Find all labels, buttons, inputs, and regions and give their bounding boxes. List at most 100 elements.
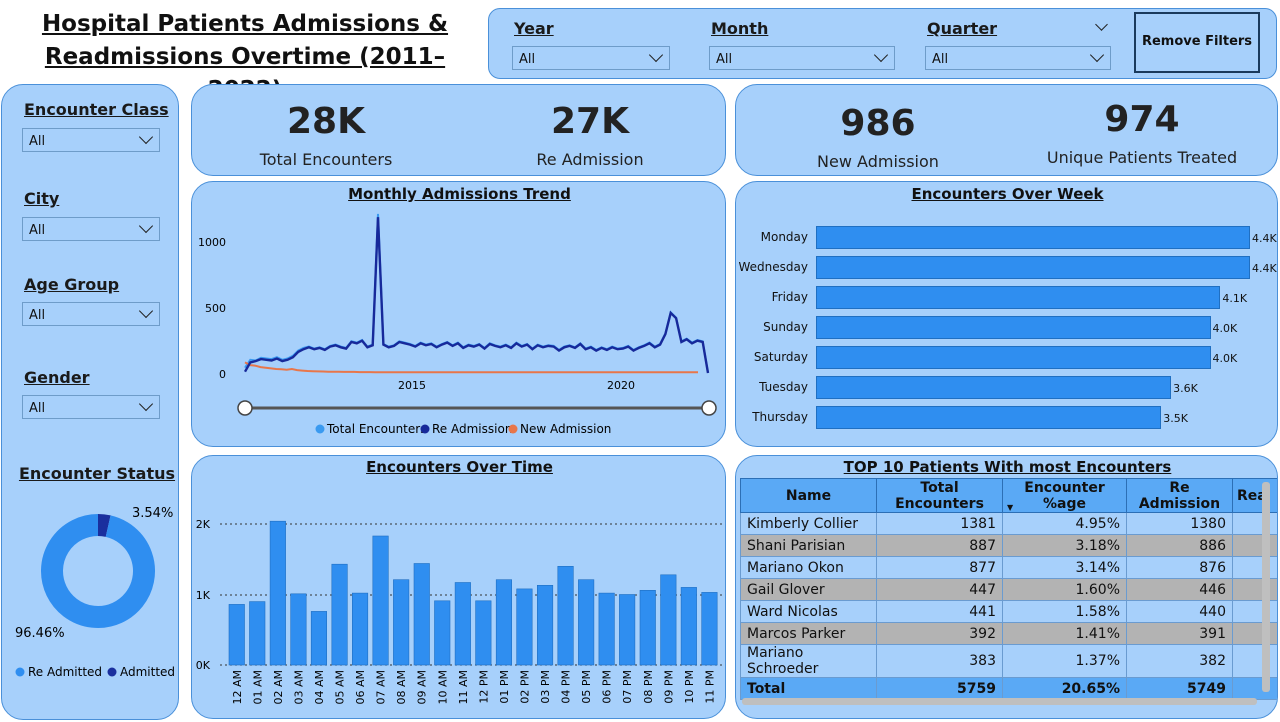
gender-label: Gender <box>24 368 90 387</box>
hour-bar[interactable] <box>434 600 451 666</box>
week-bar[interactable] <box>816 226 1250 249</box>
hour-bar[interactable] <box>413 563 430 666</box>
hour-tick-label: 04 PM <box>560 670 573 704</box>
hour-bar[interactable] <box>249 601 266 666</box>
hour-bar[interactable] <box>536 585 554 666</box>
week-day-label: Saturday <box>753 350 808 364</box>
re-admission-cell: 440 <box>1126 600 1233 623</box>
table-total-row: Total 5759 20.65% 5749 <box>740 677 1277 700</box>
encounter-pct-cell: 1.37% <box>1002 644 1127 678</box>
donut-slice-admitted[interactable] <box>97 514 111 537</box>
encounter-class-dropdown[interactable]: All <box>22 128 160 152</box>
line-new-admission[interactable] <box>244 361 698 374</box>
hour-bar[interactable] <box>598 592 615 666</box>
col-header-rea[interactable]: Rea <box>1232 478 1277 513</box>
hour-tick-label: 03 PM <box>539 670 552 704</box>
table-row[interactable]: Marcos Parker 392 1.41% 391 <box>740 622 1277 645</box>
table-row[interactable]: Gail Glover 447 1.60% 446 <box>740 578 1277 601</box>
table-row[interactable]: Shani Parisian 887 3.18% 886 <box>740 534 1277 557</box>
col-header-total-encounters[interactable]: Total Encounters <box>876 478 1003 513</box>
unique-patients-value: 974 <box>1104 99 1180 140</box>
hour-tick-label: 03 AM <box>292 670 305 705</box>
week-bar[interactable] <box>816 376 1172 399</box>
week-bar[interactable] <box>816 346 1211 369</box>
hour-bar[interactable] <box>372 535 389 666</box>
year-label: Year <box>514 19 554 38</box>
hour-tick-label: 11 PM <box>703 670 716 704</box>
hour-bar[interactable] <box>393 579 410 666</box>
week-bar-value: 4.4K <box>1252 262 1277 275</box>
col-header-name[interactable]: Name <box>740 478 877 513</box>
quarter-collapse-chevron-icon[interactable] <box>1095 18 1108 31</box>
encounter-pct-cell: 1.60% <box>1002 578 1127 601</box>
hour-tick-label: 09 AM <box>416 670 429 705</box>
remove-filters-button[interactable]: Remove Filters <box>1134 12 1260 73</box>
y-tick-1k: 1K <box>196 589 211 602</box>
hour-bar[interactable] <box>516 588 533 666</box>
table-row[interactable]: Ward Nicolas 441 1.58% 440 <box>740 600 1277 623</box>
total-cell: 5759 <box>876 677 1003 700</box>
week-bar[interactable] <box>816 406 1162 429</box>
hour-bar[interactable] <box>352 592 369 666</box>
city-value: All <box>29 223 46 238</box>
col-header-re-admission[interactable]: Re Admission <box>1126 478 1233 513</box>
quarter-dropdown[interactable]: All <box>925 46 1111 70</box>
hour-bar[interactable] <box>454 582 471 666</box>
hour-bar[interactable] <box>619 594 636 666</box>
month-dropdown[interactable]: All <box>709 46 895 70</box>
hour-tick-label: 06 AM <box>354 670 367 705</box>
hour-bar[interactable] <box>269 520 286 666</box>
gender-dropdown[interactable]: All <box>22 395 160 419</box>
line-re-admission[interactable] <box>243 217 710 374</box>
hour-bar[interactable] <box>228 604 245 666</box>
remove-filters-label: Remove Filters <box>1141 34 1253 49</box>
chevron-down-icon <box>1089 47 1105 63</box>
hour-bar[interactable] <box>495 579 513 666</box>
time-slider-end-handle[interactable] <box>701 400 717 416</box>
table-row[interactable]: Mariano Schroeder 383 1.37% 382 <box>740 644 1277 678</box>
col-header-encounter-pct[interactable]: Encounter %age ▼ <box>1002 478 1127 513</box>
y-tick-0: 0 <box>219 368 226 381</box>
top-patients-title: TOP 10 Patients With most Encounters <box>843 458 1172 476</box>
encounter-pct-cell: 4.95% <box>1002 512 1127 535</box>
week-day-label: Tuesday <box>759 380 808 394</box>
encounter-class-label: Encounter Class <box>24 100 169 119</box>
hour-bar[interactable] <box>680 587 697 666</box>
hour-bar[interactable] <box>557 566 574 666</box>
unique-patients-label: Unique Patients Treated <box>1046 148 1238 167</box>
encounter-pct-cell: 3.14% <box>1002 556 1127 579</box>
patient-name-cell: Shani Parisian <box>740 534 877 557</box>
city-dropdown[interactable]: All <box>22 217 160 241</box>
vertical-scrollbar[interactable] <box>1262 482 1270 692</box>
quarter-label: Quarter <box>927 19 998 38</box>
sidebar-panel: Encounter Class All City All Age Group A… <box>1 84 179 720</box>
donut-label-readmitted: 96.46% <box>15 626 65 641</box>
hour-bar[interactable] <box>578 579 595 666</box>
encounter-pct-cell: 1.41% <box>1002 622 1127 645</box>
hour-bar[interactable] <box>331 563 348 666</box>
hour-bar[interactable] <box>310 611 327 666</box>
hour-bar[interactable] <box>290 593 307 666</box>
hour-tick-label: 05 AM <box>334 670 347 705</box>
week-bar[interactable] <box>816 256 1250 279</box>
week-bar[interactable] <box>816 316 1211 339</box>
hour-bar[interactable] <box>639 590 656 666</box>
total-encounters-cell: 441 <box>876 600 1003 623</box>
hour-bar[interactable] <box>660 574 677 666</box>
donut-slice-readmitted[interactable] <box>41 514 155 628</box>
hour-bar[interactable] <box>701 592 718 666</box>
age-group-dropdown[interactable]: All <box>22 302 160 326</box>
chevron-down-icon <box>138 129 154 145</box>
table-row[interactable]: Mariano Okon 877 3.14% 876 <box>740 556 1277 579</box>
week-bar[interactable] <box>816 286 1221 309</box>
horizontal-scrollbar[interactable] <box>742 698 1257 705</box>
kpi-panel-encounters: 28K Total Encounters 27K Re Admission <box>191 84 726 176</box>
donut-label-admitted: 3.54% <box>132 506 173 521</box>
table-row[interactable]: Kimberly Collier 1381 4.95% 1380 <box>740 512 1277 535</box>
hour-bar[interactable] <box>475 600 492 666</box>
hour-tick-label: 10 PM <box>683 670 696 704</box>
week-day-label: Wednesday <box>738 260 808 274</box>
time-slider-start-handle[interactable] <box>237 400 253 416</box>
rea-cell <box>1232 622 1277 645</box>
year-dropdown[interactable]: All <box>512 46 670 70</box>
